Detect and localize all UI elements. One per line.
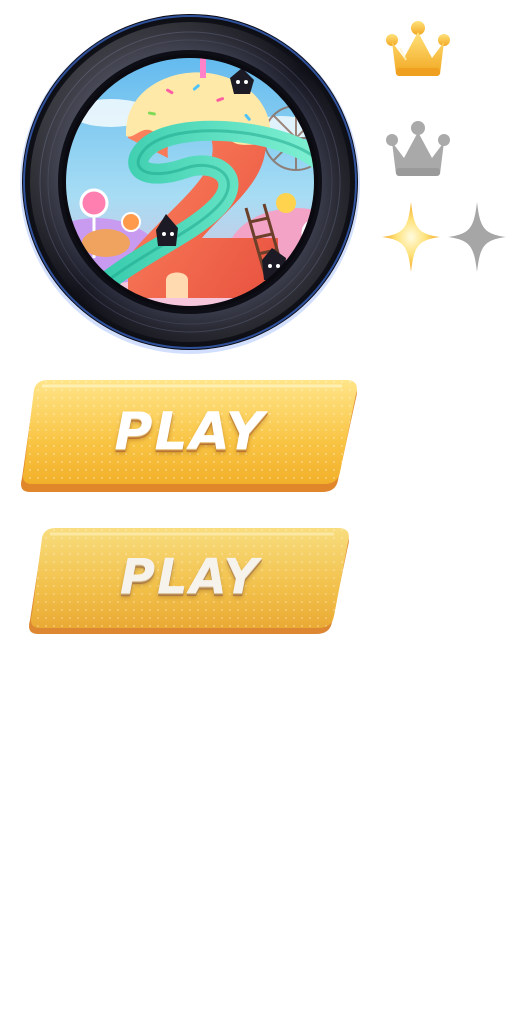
sparkle-gray-icon: [446, 200, 508, 274]
sparkle-gold-icon: [380, 200, 442, 274]
level-disc[interactable]: 2: [16, 8, 364, 356]
crown-gray-icon: [382, 118, 454, 182]
play-button-secondary[interactable]: PLAY: [28, 528, 352, 636]
level-number: 2: [16, 356, 17, 357]
level-art: [20, 14, 360, 354]
crown-gold-icon: [382, 18, 454, 82]
play-button[interactable]: PLAY: [20, 380, 360, 495]
